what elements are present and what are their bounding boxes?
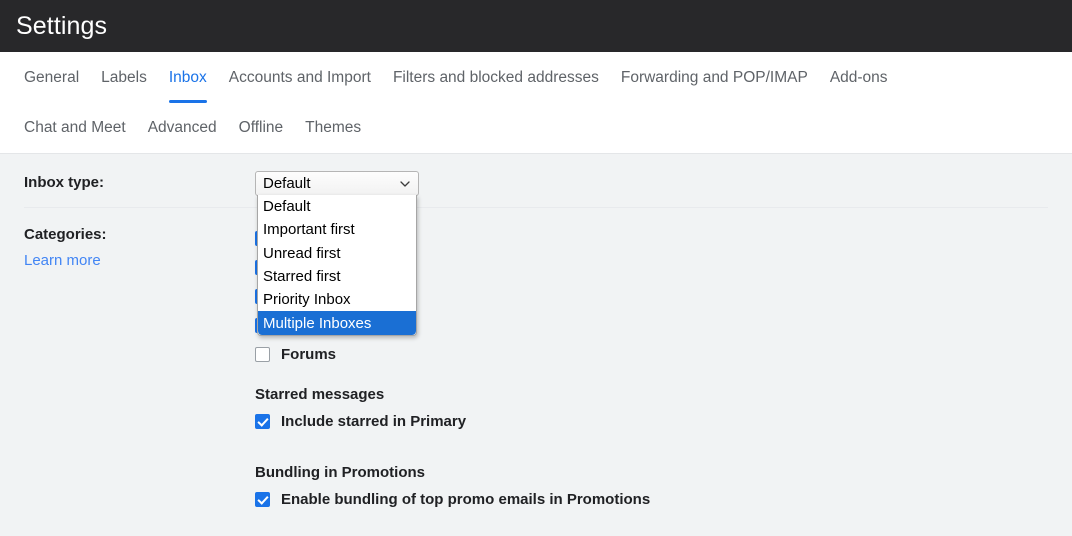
settings-page: Settings General Labels Inbox Accounts a…: [0, 0, 1072, 536]
enable-bundling-checkbox[interactable]: [255, 492, 270, 507]
category-checkbox-forums[interactable]: [255, 347, 270, 362]
inbox-type-selected-value: Default: [263, 175, 311, 192]
tab-themes[interactable]: Themes: [305, 102, 361, 150]
dropdown-option-important-first[interactable]: Important first: [258, 218, 416, 241]
tab-chat-and-meet[interactable]: Chat and Meet: [24, 102, 126, 150]
section-divider: [24, 207, 1048, 208]
tab-general[interactable]: General: [24, 52, 79, 100]
inbox-type-label: Inbox type:: [24, 174, 105, 191]
tab-row-primary: General Labels Inbox Accounts and Import…: [0, 52, 1072, 102]
include-starred-in-primary-row[interactable]: Include starred in Primary: [255, 413, 466, 430]
page-title: Settings: [16, 11, 108, 40]
starred-messages-heading: Starred messages: [255, 386, 385, 403]
bundling-in-promotions-heading: Bundling in Promotions: [255, 464, 425, 481]
chevron-down-icon: [400, 179, 410, 188]
enable-bundling-label: Enable bundling of top promo emails in P…: [281, 491, 651, 508]
inbox-type-dropdown-list[interactable]: Default Important first Unread first Sta…: [257, 195, 417, 336]
header-bar: Settings: [0, 0, 1072, 52]
tab-row-secondary: Chat and Meet Advanced Offline Themes: [0, 102, 1072, 152]
tab-accounts-and-import[interactable]: Accounts and Import: [229, 52, 371, 100]
dropdown-option-unread-first[interactable]: Unread first: [258, 242, 416, 265]
dropdown-option-multiple-inboxes[interactable]: Multiple Inboxes: [258, 311, 416, 335]
settings-tabs: General Labels Inbox Accounts and Import…: [0, 52, 1072, 154]
tab-advanced[interactable]: Advanced: [148, 102, 217, 150]
include-starred-in-primary-label: Include starred in Primary: [281, 413, 467, 430]
category-row-forums[interactable]: Forums: [255, 346, 336, 363]
learn-more-link[interactable]: Learn more: [24, 252, 101, 269]
include-starred-in-primary-checkbox[interactable]: [255, 414, 270, 429]
tab-forwarding-and-pop-imap[interactable]: Forwarding and POP/IMAP: [621, 52, 808, 100]
tab-inbox[interactable]: Inbox: [168, 52, 207, 102]
settings-content: Inbox type: Categories: Learn more Prima…: [0, 154, 1072, 536]
tab-labels[interactable]: Labels: [101, 52, 147, 100]
inbox-type-select[interactable]: Default: [255, 171, 419, 196]
category-label-forums: Forums: [281, 346, 337, 363]
tab-filters-and-blocked-addresses[interactable]: Filters and blocked addresses: [393, 52, 599, 100]
enable-bundling-row[interactable]: Enable bundling of top promo emails in P…: [255, 491, 650, 508]
categories-label: Categories:: [24, 226, 107, 243]
dropdown-option-priority-inbox[interactable]: Priority Inbox: [258, 288, 416, 311]
dropdown-option-default[interactable]: Default: [258, 195, 416, 218]
dropdown-option-starred-first[interactable]: Starred first: [258, 265, 416, 288]
tab-offline[interactable]: Offline: [239, 102, 284, 150]
tab-add-ons[interactable]: Add-ons: [830, 52, 888, 100]
